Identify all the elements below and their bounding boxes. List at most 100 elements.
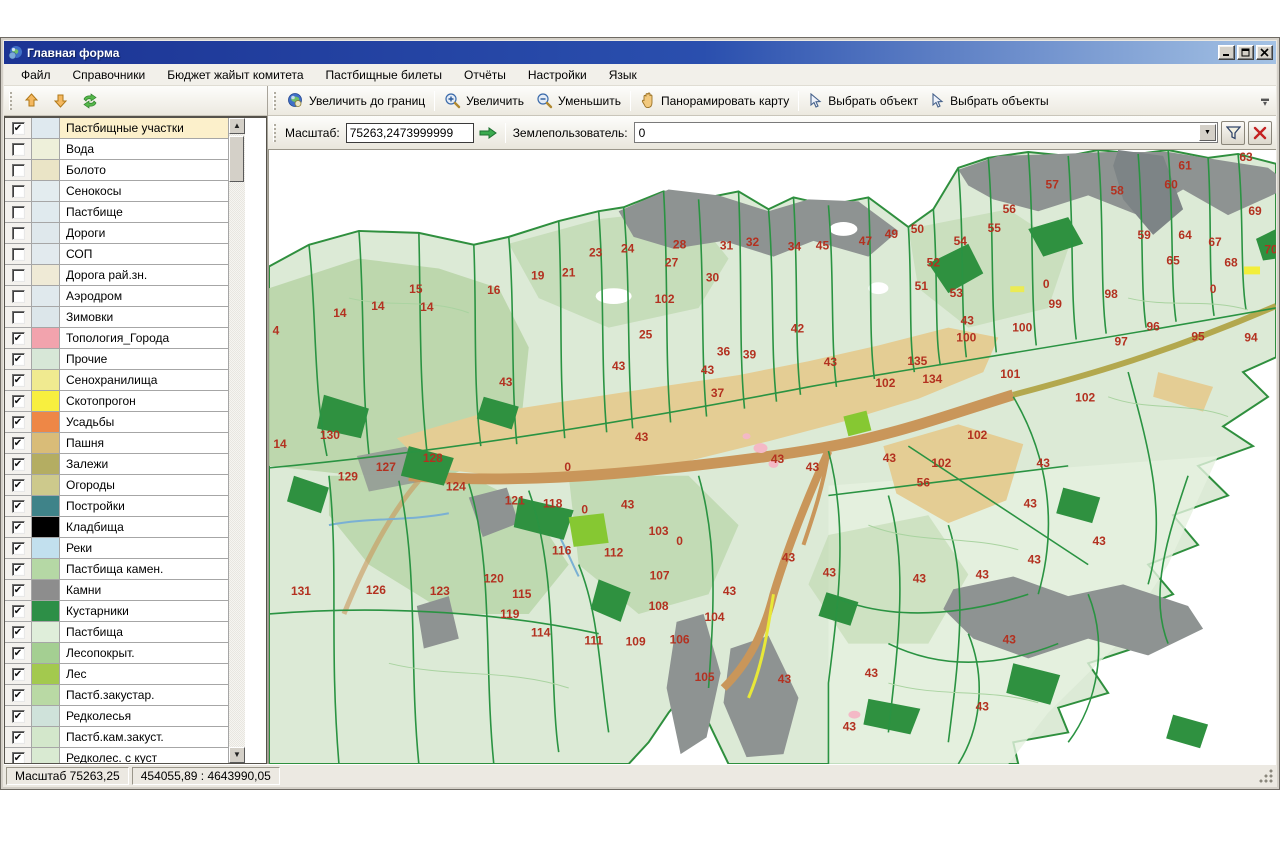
select-objects-button[interactable]: Выбрать объекты [924,91,1055,111]
layer-label[interactable]: Пастб.закустар. [60,685,228,705]
filter-button[interactable] [1221,121,1245,145]
layer-row[interactable]: ✔ Лесопокрыт. [5,643,228,664]
menu-item[interactable]: Пастбищные билеты [315,65,453,85]
layer-row[interactable]: ✔Пашня [5,433,228,454]
layer-checkbox[interactable]: ✔ [12,647,25,660]
layer-checkbox[interactable] [12,206,25,219]
menu-item[interactable]: Отчёты [453,65,517,85]
scroll-thumb[interactable] [229,136,244,182]
layer-row[interactable]: ✔Постройки [5,496,228,517]
layer-label[interactable]: Аэродром [60,286,228,306]
layer-row[interactable]: ✔Пастбищные участки [5,118,228,139]
zoom-in-button[interactable]: Увеличить [438,90,530,111]
layer-row[interactable]: Вода [5,139,228,160]
layer-checkbox[interactable]: ✔ [12,689,25,702]
layer-checkbox[interactable]: ✔ [12,332,25,345]
layer-label[interactable]: Пашня [60,433,228,453]
landuser-combobox[interactable]: 0 ▼ [634,122,1218,143]
menu-item[interactable]: Язык [598,65,648,85]
layer-label[interactable]: Пастбищные участки [60,118,228,138]
layer-row[interactable]: ✔ Пастб.закустар. [5,685,228,706]
layer-checkbox[interactable]: ✔ [12,479,25,492]
layer-row[interactable]: ✔ Реки [5,538,228,559]
layer-checkbox[interactable] [12,164,25,177]
layer-label[interactable]: Болото [60,160,228,180]
layer-checkbox[interactable] [12,311,25,324]
layer-scrollbar[interactable]: ▲ ▼ [228,118,245,763]
layer-label[interactable]: Усадьбы [60,412,228,432]
layer-row[interactable]: СОП [5,244,228,265]
layer-checkbox[interactable]: ✔ [12,458,25,471]
menu-item[interactable]: Справочники [62,65,157,85]
layer-label[interactable]: Пастбища [60,622,228,642]
toolbar-grip[interactable] [273,124,276,142]
layer-row[interactable]: Аэродром [5,286,228,307]
layer-checkbox[interactable] [12,143,25,156]
layer-label[interactable]: Редколесья [60,706,228,726]
layer-checkbox[interactable]: ✔ [12,542,25,555]
menu-item[interactable]: Настройки [517,65,598,85]
layer-row[interactable]: ✔Кустарники [5,601,228,622]
resize-grip[interactable] [1259,769,1273,783]
apply-scale-button[interactable] [474,124,502,142]
layer-label[interactable]: Залежи [60,454,228,474]
layer-row[interactable]: Зимовки [5,307,228,328]
scale-input[interactable] [346,123,474,143]
title-bar[interactable]: Главная форма [4,41,1276,64]
layer-checkbox[interactable] [12,290,25,303]
layer-label[interactable]: Сенохранилища [60,370,228,390]
layer-checkbox[interactable]: ✔ [12,374,25,387]
layer-checkbox[interactable] [12,227,25,240]
layer-checkbox[interactable]: ✔ [12,731,25,744]
layer-label[interactable]: Кустарники [60,601,228,621]
layer-down-button[interactable] [46,90,75,111]
layer-row[interactable]: ✔Прочие [5,349,228,370]
menu-item[interactable]: Бюджет жайыт комитета [156,65,314,85]
clear-filter-button[interactable] [1248,121,1272,145]
layer-checkbox[interactable]: ✔ [12,563,25,576]
close-button[interactable] [1256,45,1273,60]
pan-button[interactable]: Панорамировать карту [634,90,795,111]
layer-row[interactable]: ✔Редколесья [5,706,228,727]
layer-row[interactable]: Дороги [5,223,228,244]
layer-label[interactable]: Постройки [60,496,228,516]
toolbar-overflow-icon[interactable]: ▬▾ [1258,89,1272,113]
layer-label[interactable]: Пастб.кам.закуст. [60,727,228,747]
layer-checkbox[interactable]: ✔ [12,353,25,366]
layer-label[interactable]: Лес [60,664,228,684]
toolbar-grip[interactable] [9,92,12,110]
layer-row[interactable]: ✔Пастбища [5,622,228,643]
layer-label[interactable]: Камни [60,580,228,600]
layer-label[interactable]: Реки [60,538,228,558]
layer-row[interactable]: Пастбище [5,202,228,223]
layer-row[interactable]: ✔Скотопрогон [5,391,228,412]
menu-item[interactable]: Файл [10,65,62,85]
layer-row[interactable]: Сенокосы [5,181,228,202]
layer-row[interactable]: ✔ Пастбища камен. [5,559,228,580]
layer-row[interactable]: ✔Кладбища [5,517,228,538]
layer-label[interactable]: Кладбища [60,517,228,537]
layer-label[interactable]: Огороды [60,475,228,495]
layer-label[interactable]: Сенокосы [60,181,228,201]
layer-checkbox[interactable] [12,248,25,261]
layer-refresh-button[interactable] [75,91,105,111]
layer-row[interactable]: ✔ Залежи [5,454,228,475]
minimize-button[interactable] [1218,45,1235,60]
layer-row[interactable]: Дорога рай.зн. [5,265,228,286]
layer-row[interactable]: ✔ Огороды [5,475,228,496]
map-viewport[interactable]: 4141415141619212324272830313210225363943… [268,150,1276,764]
layer-label[interactable]: Вода [60,139,228,159]
layer-row[interactable]: ✔Усадьбы [5,412,228,433]
layer-label[interactable]: Пастбища камен. [60,559,228,579]
layer-row[interactable]: Болото [5,160,228,181]
layer-checkbox[interactable]: ✔ [12,668,25,681]
layer-up-button[interactable] [17,90,46,111]
layer-label[interactable]: Скотопрогон [60,391,228,411]
layer-label[interactable]: Лесопокрыт. [60,643,228,663]
layer-checkbox[interactable] [12,185,25,198]
zoom-extent-button[interactable]: Увеличить до границ [281,90,431,111]
select-object-button[interactable]: Выбрать объект [802,91,924,111]
layer-label[interactable]: Пастбище [60,202,228,222]
layer-row[interactable]: ✔ Пастб.кам.закуст. [5,727,228,748]
layer-label[interactable]: Дороги [60,223,228,243]
